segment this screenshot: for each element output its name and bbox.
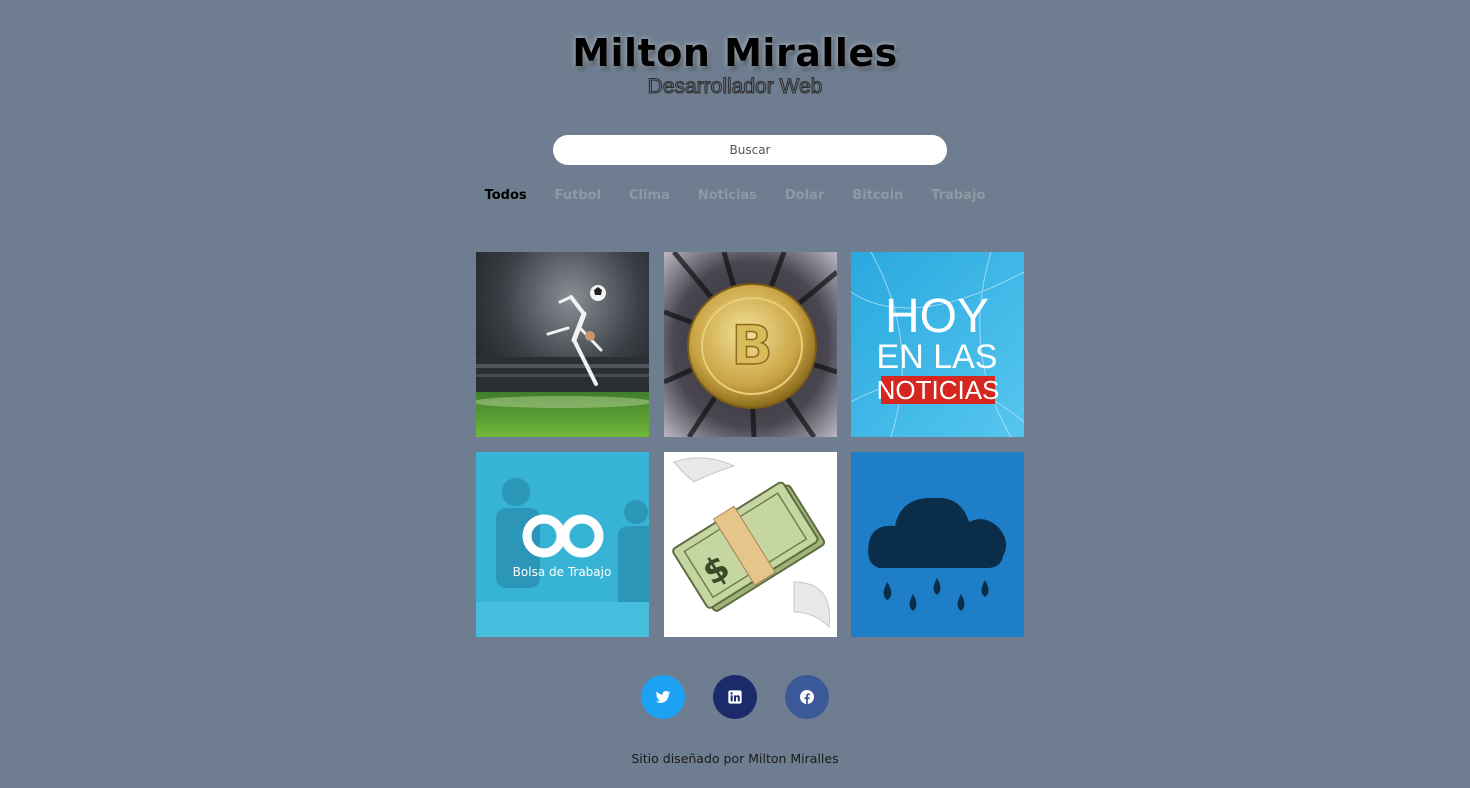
linkedin-icon	[728, 690, 742, 704]
project-gallery: B HOY EN LAS NOTICIAS Bolsa de Trabajo $	[476, 252, 1024, 637]
twitter-button[interactable]	[641, 675, 685, 719]
filter-dolar[interactable]: Dolar	[785, 188, 824, 203]
svg-text:B: B	[731, 314, 772, 377]
footer-credit: Sitio diseñado por Milton Miralles	[631, 751, 839, 766]
linkedin-button[interactable]	[713, 675, 757, 719]
filter-trabajo[interactable]: Trabajo	[931, 188, 985, 203]
tile-clima[interactable]	[851, 452, 1024, 637]
filter-clima[interactable]: Clima	[629, 188, 670, 203]
page-title: Milton Miralles	[572, 31, 898, 75]
tile-futbol[interactable]	[476, 252, 649, 437]
twitter-icon	[655, 690, 671, 703]
news-line-2: EN LAS	[877, 338, 998, 376]
filter-futbol[interactable]: Futbol	[555, 188, 601, 203]
site-header: Milton Miralles Desarrollador Web	[0, 30, 1470, 100]
job-board-caption: Bolsa de Trabajo	[513, 565, 612, 579]
news-line-3: NOTICIAS	[877, 375, 1000, 405]
social-links	[0, 675, 1470, 719]
filter-bitcoin[interactable]: Bitcoin	[852, 188, 903, 203]
tile-trabajo[interactable]: Bolsa de Trabajo	[476, 452, 649, 637]
page-subtitle: Desarrollador Web	[647, 75, 823, 99]
tile-noticias[interactable]: HOY EN LAS NOTICIAS	[851, 252, 1024, 437]
rain-cloud-image	[851, 452, 1024, 637]
news-image: HOY EN LAS NOTICIAS	[851, 252, 1024, 437]
job-board-image: Bolsa de Trabajo	[476, 452, 649, 637]
facebook-icon	[800, 690, 814, 704]
filter-noticias[interactable]: Noticias	[698, 188, 757, 203]
search-input[interactable]	[553, 135, 947, 165]
bitcoin-coin-image: B	[663, 252, 837, 437]
tile-dolar[interactable]: $	[663, 452, 837, 637]
soccer-player-image	[476, 252, 649, 437]
filter-todos[interactable]: Todos	[485, 188, 527, 203]
category-filter-bar: Todos Futbol Clima Noticias Dolar Bitcoi…	[0, 188, 1470, 203]
news-line-1: HOY	[885, 290, 989, 343]
flying-money-image: $	[663, 452, 837, 637]
tile-bitcoin[interactable]: B	[663, 252, 837, 437]
facebook-button[interactable]	[785, 675, 829, 719]
